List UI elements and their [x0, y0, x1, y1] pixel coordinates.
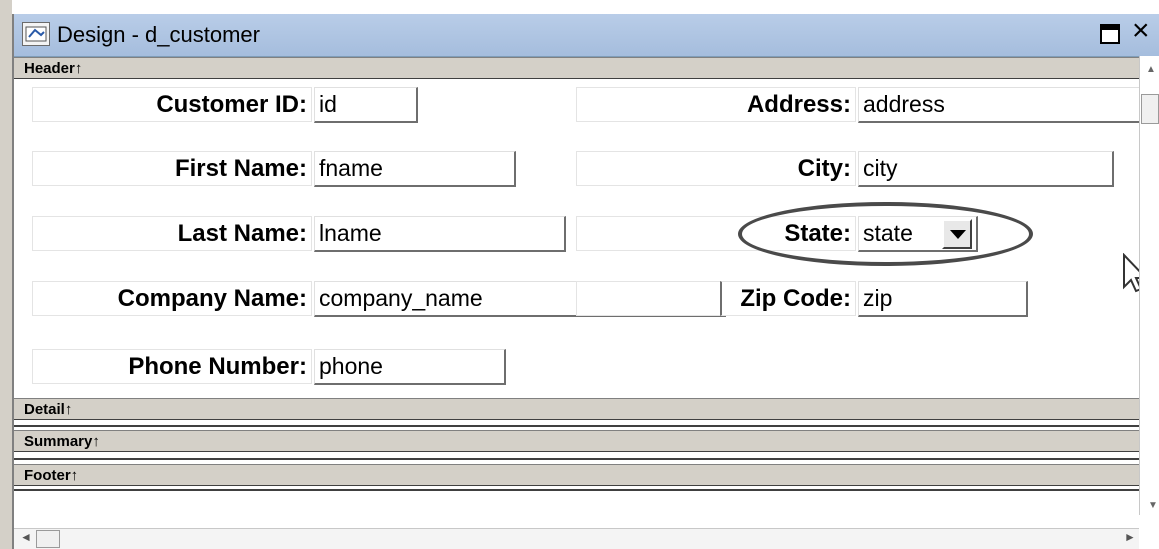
horizontal-scroll-thumb[interactable]	[36, 530, 60, 548]
scroll-right-icon[interactable]: ►	[1124, 530, 1136, 544]
customer-id-field[interactable]: id	[314, 87, 418, 123]
first-name-label[interactable]: First Name:	[32, 151, 312, 186]
horizontal-scrollbar[interactable]	[14, 528, 1139, 549]
maximize-icon[interactable]	[1100, 24, 1120, 44]
city-field[interactable]: city	[858, 151, 1114, 187]
scroll-up-icon[interactable]: ▲	[1146, 64, 1156, 75]
first-name-field[interactable]: fname	[314, 151, 516, 187]
summary-band[interactable]: Summary↑	[14, 430, 1139, 452]
summary-rule	[14, 458, 1139, 460]
customer-id-label[interactable]: Customer ID:	[32, 87, 312, 122]
last-name-label[interactable]: Last Name:	[32, 216, 312, 251]
detail-rule	[14, 425, 1139, 427]
zip-code-field[interactable]: zip	[858, 281, 1028, 317]
detail-band[interactable]: Detail↑	[14, 398, 1139, 420]
vertical-scrollbar[interactable]	[1139, 56, 1159, 515]
highlight-circle	[738, 202, 1033, 266]
footer-rule	[14, 489, 1139, 491]
last-name-field[interactable]: lname	[314, 216, 566, 252]
close-icon[interactable]: ×	[1132, 16, 1150, 46]
footer-band[interactable]: Footer↑	[14, 464, 1139, 486]
zip-code-label[interactable]: Zip Code:	[720, 281, 856, 316]
phone-number-field[interactable]: phone	[314, 349, 506, 385]
window-title: Design - d_customer	[57, 22, 260, 47]
datawindow-icon	[22, 22, 50, 46]
scroll-left-icon[interactable]: ◄	[20, 530, 32, 544]
phone-number-label[interactable]: Phone Number:	[32, 349, 312, 384]
desktop-top	[0, 0, 1159, 14]
scroll-down-icon[interactable]: ▼	[1148, 500, 1158, 511]
city-label[interactable]: City:	[576, 151, 856, 186]
header-band[interactable]: Header↑	[14, 57, 1139, 79]
address-field[interactable]: address	[858, 87, 1143, 123]
desktop-left	[0, 0, 12, 549]
company-name-label[interactable]: Company Name:	[32, 281, 312, 316]
address-label[interactable]: Address:	[576, 87, 856, 122]
vertical-scroll-thumb[interactable]	[1141, 94, 1159, 124]
